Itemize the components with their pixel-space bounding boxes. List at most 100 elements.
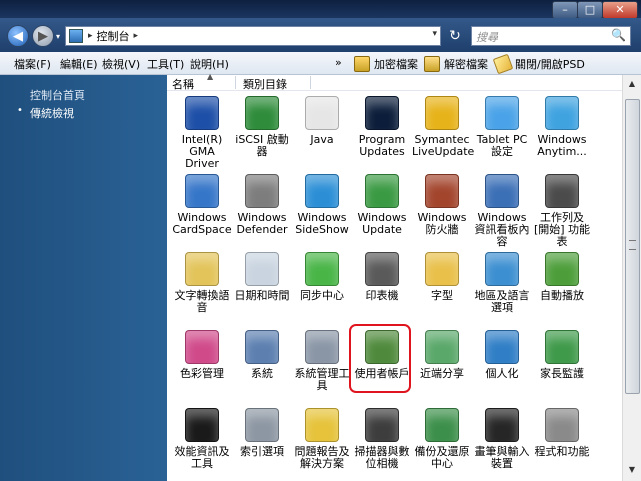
control-panel-item[interactable]: 系統管理工具 bbox=[292, 325, 352, 403]
grip-icon bbox=[629, 240, 636, 250]
menu-tools[interactable]: 工具(T) bbox=[147, 56, 184, 72]
control-panel-item[interactable]: 問題報告及解決方案 bbox=[292, 403, 352, 481]
menu-view[interactable]: 檢視(V) bbox=[102, 56, 140, 72]
app-icon bbox=[185, 174, 219, 208]
app-icon bbox=[425, 96, 459, 130]
control-panel-item[interactable]: iSCSI 啟動器 bbox=[232, 91, 292, 169]
item-label: Intel(R) GMA Driver bbox=[181, 133, 223, 170]
control-panel-item[interactable]: 日期和時間 bbox=[232, 247, 292, 325]
back-button[interactable]: ◀ bbox=[7, 25, 29, 47]
app-icon bbox=[245, 96, 279, 130]
column-divider[interactable] bbox=[310, 76, 311, 89]
control-panel-item[interactable]: Tablet PC 設定 bbox=[472, 91, 532, 169]
item-label: 日期和時間 bbox=[234, 289, 290, 302]
menu-help[interactable]: 說明(H) bbox=[190, 56, 229, 72]
close-button[interactable]: ✕ bbox=[602, 1, 638, 19]
breadcrumb-separator[interactable]: ▸ bbox=[134, 31, 139, 41]
sort-ascending-icon: ▲ bbox=[207, 72, 214, 81]
control-panel-item[interactable]: Windows 防火牆 bbox=[412, 169, 472, 247]
toolbar-overflow[interactable]: » bbox=[335, 56, 342, 69]
column-header: 名稱 ▲ 類別目錄 bbox=[167, 72, 641, 92]
address-bar[interactable]: ▸ 控制台 ▸ ▾ bbox=[65, 26, 441, 46]
control-panel-item[interactable]: 文字轉換語音 bbox=[172, 247, 232, 325]
app-icon bbox=[305, 96, 339, 130]
control-panel-item[interactable]: 程式和功能 bbox=[532, 403, 592, 481]
column-name[interactable]: 名稱 bbox=[172, 76, 194, 92]
control-panel-item[interactable]: 地區及語言選項 bbox=[472, 247, 532, 325]
app-icon bbox=[485, 174, 519, 208]
control-panel-item[interactable]: 近端分享 bbox=[412, 325, 472, 403]
refresh-button[interactable]: ↻ bbox=[446, 27, 464, 45]
app-icon bbox=[485, 330, 519, 364]
control-panel-item[interactable]: 備份及還原中心 bbox=[412, 403, 472, 481]
search-icon[interactable]: 🔍 bbox=[611, 28, 626, 42]
control-panel-item[interactable]: 自動播放 bbox=[532, 247, 592, 325]
control-panel-item[interactable]: 掃描器與數位相機 bbox=[352, 403, 412, 481]
control-panel-item[interactable]: 系統 bbox=[232, 325, 292, 403]
control-panel-item[interactable]: 個人化 bbox=[472, 325, 532, 403]
control-panel-item[interactable]: Intel(R) GMA Driver bbox=[172, 91, 232, 170]
search-input[interactable]: 搜尋 🔍 bbox=[471, 26, 631, 46]
control-panel-item[interactable]: 畫筆與輸入裝置 bbox=[472, 403, 532, 481]
control-panel-item[interactable]: Windows CardSpace bbox=[172, 169, 232, 247]
encrypt-file-button[interactable]: 加密檔案 bbox=[354, 56, 418, 72]
item-label: 掃描器與數位相機 bbox=[354, 445, 410, 470]
scroll-up-button[interactable]: ▲ bbox=[625, 77, 639, 91]
menu-edit[interactable]: 編輯(E) bbox=[60, 56, 98, 72]
decrypt-file-button[interactable]: 解密檔案 bbox=[424, 56, 488, 72]
address-dropdown[interactable]: ▾ bbox=[432, 29, 437, 39]
toggle-psd-button[interactable]: 關閉/開啟PSD bbox=[492, 53, 585, 75]
scroll-down-button[interactable]: ▼ bbox=[625, 463, 639, 477]
item-label: iSCSI 啟動器 bbox=[235, 133, 289, 158]
maximize-button[interactable]: □ bbox=[577, 1, 603, 19]
control-panel-item[interactable]: 效能資訊及工具 bbox=[172, 403, 232, 481]
control-panel-item[interactable]: 同步中心 bbox=[292, 247, 352, 325]
control-panel-item[interactable]: Windows Defender bbox=[232, 169, 292, 247]
menu-file[interactable]: 檔案(F) bbox=[14, 56, 51, 72]
item-label: 畫筆與輸入裝置 bbox=[474, 445, 530, 470]
breadcrumb-control-panel[interactable]: 控制台 bbox=[97, 28, 130, 44]
control-panel-item[interactable]: 色彩管理 bbox=[172, 325, 232, 403]
app-icon bbox=[305, 330, 339, 364]
control-panel-item[interactable]: 索引選項 bbox=[232, 403, 292, 481]
control-panel-item[interactable]: Windows Anytim... bbox=[532, 91, 592, 169]
control-panel-home-link[interactable]: 控制台首頁 bbox=[30, 87, 85, 103]
app-icon bbox=[245, 408, 279, 442]
item-label: 字型 bbox=[431, 289, 453, 302]
app-icon bbox=[485, 408, 519, 442]
column-divider[interactable] bbox=[235, 76, 236, 89]
app-icon bbox=[485, 96, 519, 130]
control-panel-item[interactable]: Windows SideShow bbox=[292, 169, 352, 247]
task-pane: 控制台首頁 • 傳統檢視 bbox=[0, 75, 167, 481]
app-icon bbox=[305, 252, 339, 286]
recent-pages-dropdown[interactable]: ▾ bbox=[56, 32, 60, 41]
control-panel-item[interactable]: Windows Update bbox=[352, 169, 412, 247]
search-placeholder: 搜尋 bbox=[476, 31, 498, 44]
forward-button[interactable]: ▶ bbox=[32, 25, 54, 47]
classic-view-link[interactable]: 傳統檢視 bbox=[30, 105, 74, 121]
control-panel-item[interactable]: Program Updates bbox=[352, 91, 412, 169]
item-label: Java bbox=[310, 133, 334, 146]
scroll-thumb[interactable] bbox=[625, 99, 640, 394]
control-panel-item[interactable]: 工作列及 [開始] 功能表 bbox=[532, 169, 592, 248]
control-panel-item[interactable]: Java bbox=[292, 91, 352, 169]
control-panel-item[interactable]: Windows 資訊看板內容 bbox=[472, 169, 532, 248]
vertical-scrollbar[interactable]: ▲ ▼ bbox=[622, 75, 641, 481]
item-label: 系統管理工具 bbox=[294, 367, 350, 392]
app-icon bbox=[365, 96, 399, 130]
minimize-button[interactable]: – bbox=[552, 1, 578, 19]
app-icon bbox=[245, 330, 279, 364]
app-icon bbox=[245, 252, 279, 286]
app-icon bbox=[185, 252, 219, 286]
control-panel-item[interactable]: 印表機 bbox=[352, 247, 412, 325]
breadcrumb-separator[interactable]: ▸ bbox=[88, 31, 93, 41]
item-label: 色彩管理 bbox=[180, 367, 224, 380]
item-label: Program Updates bbox=[358, 133, 406, 158]
column-category[interactable]: 類別目錄 bbox=[243, 76, 287, 92]
control-panel-item[interactable]: 家長監護 bbox=[532, 325, 592, 403]
lock-icon bbox=[354, 56, 370, 72]
control-panel-item[interactable]: 字型 bbox=[412, 247, 472, 325]
item-label: Windows Defender bbox=[236, 211, 288, 236]
arrow-right-icon: ▶ bbox=[38, 28, 48, 44]
control-panel-item[interactable]: Symantec LiveUpdate bbox=[412, 91, 474, 169]
